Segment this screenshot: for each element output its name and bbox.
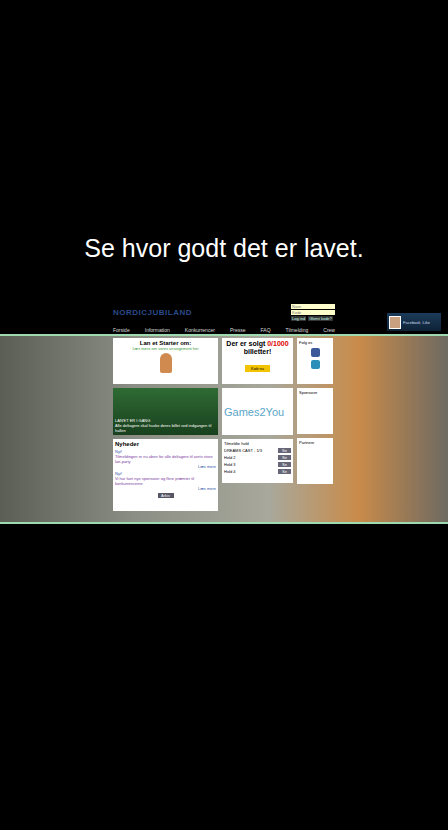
website-screenshot: NORDICJUBILAND Log indGlemt kode? Forside I… xyxy=(0,302,448,524)
page: Se hvor godt det er lavet. NORDICJUBILAND… xyxy=(0,0,448,830)
password-input[interactable] xyxy=(291,310,335,315)
banner-box: LAN'ET ER I GANGAlle deltagere skal husk… xyxy=(113,388,218,435)
nav-item[interactable]: Information xyxy=(145,327,170,333)
nav-item[interactable]: FAQ xyxy=(261,327,271,333)
intro-box: Lan et Starter om:Læs mere om vores arra… xyxy=(113,338,218,384)
side-box: Sponsorer xyxy=(297,388,333,434)
site-logo[interactable]: NORDICJUBILAND xyxy=(113,308,192,326)
team-row: DREAMS CAST - 1/3Se xyxy=(224,448,291,453)
hero-area: Lan et Starter om:Læs mere om vores arra… xyxy=(0,334,448,524)
mascot-icon xyxy=(160,353,172,373)
news-item: Nyt!Tilmeldingen er nu åben for alle del… xyxy=(115,449,216,469)
site-header: NORDICJUBILAND Log indGlemt kode? Forside I… xyxy=(0,302,448,334)
facebook-widget[interactable]: FacebookLike xyxy=(387,313,441,331)
archive-button[interactable]: Arkiv xyxy=(158,493,174,498)
team-button[interactable]: Se xyxy=(278,448,291,453)
team-row: Hold 4Se xyxy=(224,469,291,474)
nav-item[interactable]: Forside xyxy=(113,327,130,333)
login-button[interactable]: Glemt kode? xyxy=(308,316,333,321)
side-box: Partnere xyxy=(297,438,333,484)
nav-item[interactable]: Presse xyxy=(230,327,246,333)
facebook-icon[interactable] xyxy=(311,348,320,357)
login-button[interactable]: Log ind xyxy=(291,316,306,321)
caption: Se hvor godt det er lavet. xyxy=(0,232,448,264)
nav-item[interactable]: Crew xyxy=(323,327,335,333)
team-button[interactable]: Se xyxy=(278,455,291,460)
news-item: Nyt!Vi har fået nye sponsorer og flere p… xyxy=(115,471,216,491)
twitch-icon[interactable] xyxy=(311,360,320,369)
news-box: NyhederNyt!Tilmeldingen er nu åben for a… xyxy=(113,439,218,511)
teams-box: Tilmeldte holdDREAMS CAST - 1/3SeHold 2S… xyxy=(222,439,293,483)
team-button[interactable]: Se xyxy=(278,469,291,474)
avatar-icon xyxy=(389,316,401,329)
login-form: Log indGlemt kode? xyxy=(291,304,335,326)
read-more-link[interactable]: Læs mere xyxy=(115,464,216,469)
team-row: Hold 3Se xyxy=(224,462,291,467)
read-more-link[interactable]: Læs mere xyxy=(115,486,216,491)
nav-bar: Forside Information Konkurrencer Presse FAQ T… xyxy=(113,326,335,334)
social-box: Følg os xyxy=(297,338,333,384)
nav-item[interactable]: Konkurrencer xyxy=(185,327,215,333)
sponsor-box[interactable]: Games2You xyxy=(222,388,293,435)
team-row: Hold 2Se xyxy=(224,455,291,460)
team-button[interactable]: Se xyxy=(278,462,291,467)
nav-item[interactable]: Tilmelding xyxy=(286,327,309,333)
buy-button[interactable]: Køb nu xyxy=(245,365,270,372)
tickets-box: Der er solgt 0/1000 billetter!Køb nu xyxy=(222,338,293,384)
username-input[interactable] xyxy=(291,304,335,309)
